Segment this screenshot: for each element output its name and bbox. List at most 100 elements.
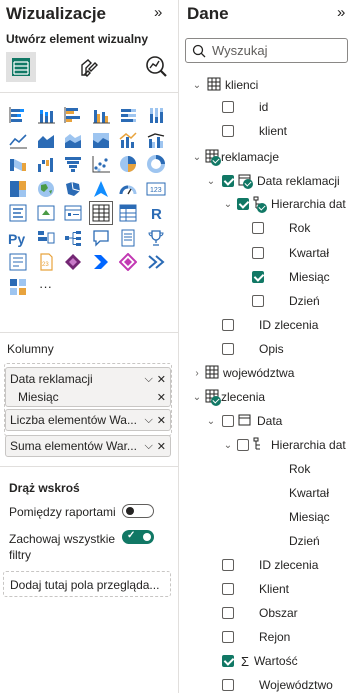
paginated-report-icon[interactable]: [117, 227, 139, 249]
line-chart-icon[interactable]: [7, 129, 29, 151]
goals-trophy-icon[interactable]: [145, 227, 167, 249]
checkbox[interactable]: [237, 198, 249, 210]
key-influencers-icon[interactable]: [35, 227, 57, 249]
stacked-bar-chart-icon[interactable]: [7, 104, 29, 126]
date-data[interactable]: ⌄ Data: [205, 410, 283, 432]
chevron-down-icon[interactable]: ⌄: [191, 80, 203, 91]
checkbox[interactable]: [222, 101, 234, 113]
chevron-flow-icon[interactable]: [145, 251, 167, 273]
table-klienci[interactable]: ⌄ klienci: [191, 74, 258, 96]
card-icon[interactable]: 123: [145, 178, 167, 200]
checkbox[interactable]: [222, 631, 234, 643]
checkbox[interactable]: [237, 439, 249, 451]
chevron-down-icon[interactable]: ⌄: [205, 416, 217, 427]
checkbox[interactable]: [252, 271, 264, 283]
level-dzien[interactable]: Dzień: [252, 290, 320, 312]
map-icon[interactable]: [35, 178, 57, 200]
diamond-visual-icon[interactable]: [117, 251, 139, 273]
field-suma-elementow[interactable]: Suma elementów War... ⌵ ✕: [5, 435, 171, 457]
checkbox[interactable]: [222, 559, 234, 571]
chevron-down-icon[interactable]: ⌵: [144, 414, 152, 427]
checkbox[interactable]: [222, 607, 234, 619]
keep-filters-toggle[interactable]: ✓: [122, 530, 154, 544]
cross-report-toggle[interactable]: [122, 504, 154, 518]
field-klient[interactable]: Klient: [222, 578, 289, 600]
close-icon[interactable]: ✕: [157, 440, 166, 453]
field-id-zlecenia[interactable]: ID zlecenia: [222, 554, 318, 576]
level-kwartal[interactable]: Kwartał: [289, 482, 329, 504]
field-wojewodztwo[interactable]: Województwo: [222, 674, 333, 693]
field-klient[interactable]: klient: [222, 120, 287, 142]
close-icon[interactable]: ✕: [157, 373, 166, 386]
clustered-column-chart-icon[interactable]: [90, 104, 112, 126]
matrix-icon[interactable]: [117, 202, 139, 224]
checkbox[interactable]: [222, 343, 234, 355]
ribbon-chart-icon[interactable]: [7, 153, 29, 175]
stacked-area-chart-icon[interactable]: [62, 129, 84, 151]
smart-narrative-icon[interactable]: [7, 251, 29, 273]
drillthrough-drop-zone[interactable]: Dodaj tutaj pola przegląda...: [3, 571, 171, 597]
format-visual-tab[interactable]: [73, 52, 103, 82]
level-rok[interactable]: Rok: [289, 458, 310, 480]
table-zlecenia[interactable]: ⌄ zlecenia: [191, 386, 265, 408]
checkbox[interactable]: [222, 125, 234, 137]
multi-row-card-icon[interactable]: [7, 202, 29, 224]
custom-visual-icon[interactable]: [7, 276, 29, 298]
close-icon[interactable]: ✕: [157, 391, 166, 404]
table-visual-icon[interactable]: [88, 201, 113, 225]
checkbox[interactable]: [222, 679, 234, 691]
chevron-right-icon[interactable]: ›: [191, 368, 203, 379]
field-opis[interactable]: Opis: [222, 338, 284, 360]
gauge-icon[interactable]: [117, 178, 139, 200]
chevron-down-icon[interactable]: ⌄: [191, 392, 203, 403]
checkbox[interactable]: [222, 583, 234, 595]
build-visual-tab[interactable]: [6, 52, 36, 82]
kpi-icon[interactable]: [35, 202, 57, 224]
checkbox[interactable]: [252, 222, 264, 234]
chevron-down-icon[interactable]: ⌵: [144, 440, 152, 453]
level-rok[interactable]: Rok: [252, 217, 310, 239]
field-data-reklamacji[interactable]: Data reklamacji ⌵ ✕ Miesiąc ✕: [5, 367, 171, 407]
level-kwartal[interactable]: Kwartał: [252, 242, 329, 264]
checkbox[interactable]: [222, 175, 234, 187]
chevron-down-icon[interactable]: ⌵: [144, 373, 152, 386]
qna-visual-icon[interactable]: [90, 227, 112, 249]
100-stacked-area-chart-icon[interactable]: [90, 129, 112, 151]
100-stacked-bar-chart-icon[interactable]: [117, 104, 139, 126]
decomposition-tree-icon[interactable]: [62, 227, 84, 249]
chevron-down-icon[interactable]: ⌄: [191, 152, 203, 163]
metrics-icon[interactable]: 23: [35, 251, 57, 273]
donut-chart-icon[interactable]: [145, 153, 167, 175]
table-wojewodztwa[interactable]: › województwa: [191, 362, 294, 384]
field-id[interactable]: id: [222, 96, 268, 118]
checkbox[interactable]: [222, 319, 234, 331]
collapse-visualizations-icon[interactable]: »: [154, 4, 162, 21]
level-dzien[interactable]: Dzień: [289, 530, 320, 552]
checkbox[interactable]: [222, 415, 234, 427]
close-icon[interactable]: ✕: [157, 414, 166, 427]
checkbox[interactable]: [222, 655, 234, 667]
funnel-chart-icon[interactable]: [62, 153, 84, 175]
power-automate-icon[interactable]: [90, 251, 112, 273]
filled-map-icon[interactable]: [62, 178, 84, 200]
date-data-reklamacji[interactable]: ⌄ Data reklamacji: [205, 170, 340, 192]
chevron-down-icon[interactable]: ⌄: [205, 176, 217, 187]
r-script-visual-icon[interactable]: R: [145, 202, 167, 224]
checkbox[interactable]: [252, 247, 264, 259]
level-miesiac[interactable]: Miesiąc: [252, 266, 330, 288]
collapse-data-icon[interactable]: »: [337, 4, 345, 21]
table-reklamacje[interactable]: ⌄ reklamacje: [191, 146, 279, 168]
chevron-down-icon[interactable]: ⌄: [222, 199, 234, 210]
hierarchy-data[interactable]: ⌄ Hierarchia dat: [222, 434, 346, 456]
scatter-chart-icon[interactable]: [90, 153, 112, 175]
checkbox[interactable]: [252, 295, 264, 307]
waterfall-chart-icon[interactable]: [35, 153, 57, 175]
field-id-zlecenia[interactable]: ID zlecenia: [222, 314, 318, 336]
hierarchy-data-reklamacji[interactable]: ⌄ Hierarchia dat: [222, 193, 346, 215]
power-apps-icon[interactable]: [62, 251, 84, 273]
level-miesiac[interactable]: Miesiąc: [289, 506, 330, 528]
treemap-icon[interactable]: [7, 178, 29, 200]
field-liczba-elementow[interactable]: Liczba elementów Wa... ⌵ ✕: [5, 409, 171, 431]
line-and-clustered-column-chart-icon[interactable]: [145, 129, 167, 151]
slicer-icon[interactable]: [62, 202, 84, 224]
